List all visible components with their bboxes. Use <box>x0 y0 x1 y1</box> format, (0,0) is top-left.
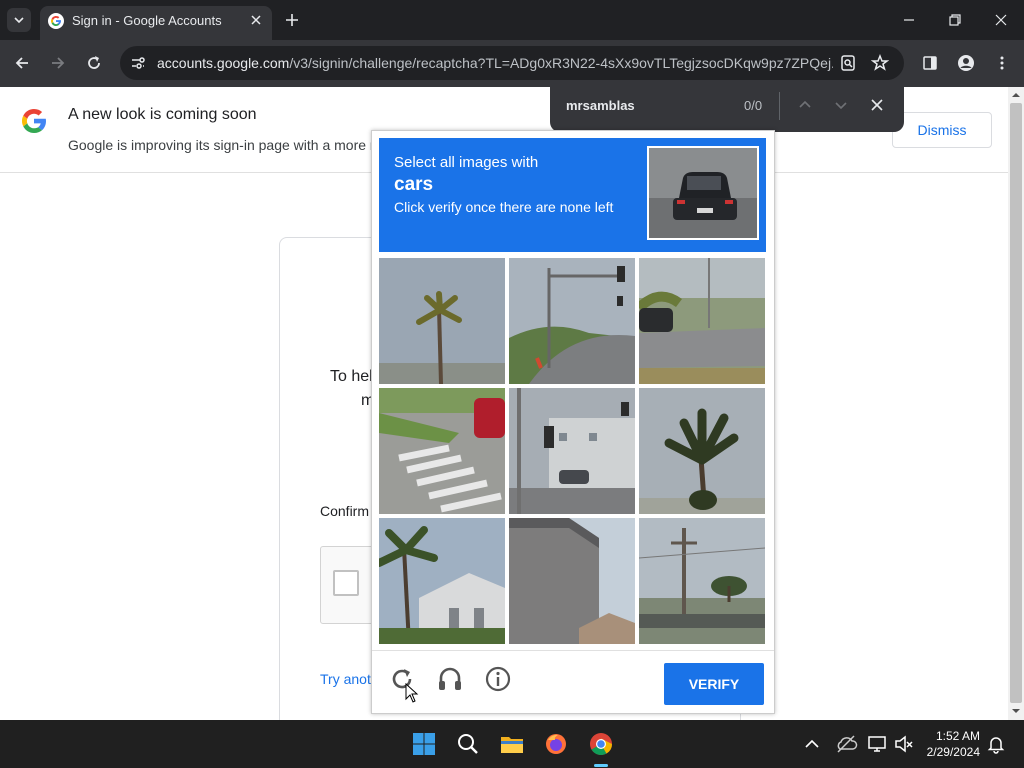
recaptcha-challenge: Select all images with cars Click verify… <box>371 130 775 714</box>
scroll-thumb[interactable] <box>1010 103 1022 703</box>
google-lens-icon[interactable] <box>839 54 857 72</box>
recaptcha-checkbox[interactable] <box>333 570 359 596</box>
chrome-active-indicator <box>594 764 608 767</box>
windows-taskbar: 1:52 AM 2/29/2024 <box>0 720 1024 768</box>
clock-date: 2/29/2024 <box>926 745 980 759</box>
window-close-icon[interactable] <box>993 12 1009 28</box>
find-input[interactable]: mrsamblas <box>566 98 635 113</box>
address-bar[interactable]: accounts.google.com/v3/signin/challenge/… <box>120 46 904 80</box>
tab-close-icon[interactable] <box>248 12 264 28</box>
volume-muted-icon[interactable] <box>892 732 916 756</box>
minimize-icon[interactable] <box>901 12 917 28</box>
audio-challenge-headphones-icon[interactable] <box>436 665 464 693</box>
mouse-cursor-icon <box>405 683 419 703</box>
scroll-up-arrow-icon[interactable] <box>1012 91 1020 99</box>
windows-start-icon[interactable] <box>412 732 436 756</box>
browser-tab[interactable]: Sign in - Google Accounts <box>40 6 272 40</box>
help-text: To hel <box>330 368 373 385</box>
image-tile-road-with-car[interactable] <box>639 258 765 384</box>
back-arrow-icon[interactable] <box>13 54 31 72</box>
find-match-count: 0/0 <box>744 98 763 113</box>
find-next-icon[interactable] <box>834 98 848 112</box>
image-tile-traffic-lights[interactable] <box>509 388 635 514</box>
reload-icon[interactable] <box>85 54 103 72</box>
network-icon[interactable] <box>866 732 890 756</box>
google-favicon-icon <box>48 13 64 29</box>
menu-kebab-icon[interactable] <box>993 54 1011 72</box>
challenge-header: Select all images with cars Click verify… <box>379 138 766 252</box>
search-icon[interactable] <box>456 732 480 756</box>
file-explorer-icon[interactable] <box>500 732 524 756</box>
firefox-icon[interactable] <box>544 732 568 756</box>
banner-title: A new look is coming soon <box>68 106 257 123</box>
tray-chevron-up-icon[interactable] <box>803 735 821 753</box>
info-icon[interactable] <box>484 665 512 693</box>
site-info-icon[interactable] <box>130 55 146 71</box>
side-panel-icon[interactable] <box>921 54 939 72</box>
sample-car-image <box>647 146 759 240</box>
notification-bell-icon[interactable] <box>986 734 1006 754</box>
image-tile-palm-tree[interactable] <box>379 258 505 384</box>
challenge-instruction: Select all images with <box>394 154 539 171</box>
new-tab-plus-icon[interactable] <box>284 12 300 28</box>
forward-arrow-icon[interactable] <box>49 54 67 72</box>
challenge-subtext: Click verify once there are none left <box>394 199 614 215</box>
challenge-image-grid <box>379 258 766 645</box>
find-divider <box>779 92 780 120</box>
chevron-down-icon <box>14 17 24 24</box>
tab-strip: Sign in - Google Accounts <box>0 0 1024 40</box>
tab-search-button[interactable] <box>7 8 31 32</box>
profile-icon[interactable] <box>957 54 975 72</box>
find-bar: mrsamblas 0/0 <box>550 80 904 132</box>
clock-time: 1:52 AM <box>935 729 980 743</box>
image-tile-palm-house[interactable] <box>379 518 505 644</box>
challenge-target: cars <box>394 174 434 195</box>
bookmark-star-icon[interactable] <box>871 54 889 72</box>
image-tile-palm-bush[interactable] <box>639 388 765 514</box>
image-tile-crosswalk[interactable] <box>379 388 505 514</box>
url-text: accounts.google.com/v3/signin/challenge/… <box>157 55 833 71</box>
image-tile-road-traffic-light[interactable] <box>509 258 635 384</box>
image-tile-house-wall[interactable] <box>509 518 635 644</box>
banner-text: Google is improving its sign-in page wit… <box>68 137 373 153</box>
find-previous-icon[interactable] <box>798 98 812 112</box>
chrome-icon[interactable] <box>589 732 613 756</box>
taskbar-clock[interactable]: 1:52 AM 2/29/2024 <box>920 728 980 760</box>
challenge-footer: VERIFY <box>372 650 774 714</box>
tab-title: Sign in - Google Accounts <box>72 13 222 28</box>
google-g-logo-icon <box>22 109 46 133</box>
verify-button[interactable]: VERIFY <box>664 663 764 705</box>
dismiss-button[interactable]: Dismiss <box>892 112 992 148</box>
find-close-icon[interactable] <box>870 98 884 112</box>
confirm-text: Confirm <box>320 503 370 519</box>
restore-icon[interactable] <box>947 12 963 28</box>
image-tile-utility-pole[interactable] <box>639 518 765 644</box>
try-another-way-link[interactable]: Try anot <box>320 671 371 687</box>
page-scrollbar[interactable] <box>1008 87 1024 720</box>
onedrive-icon[interactable] <box>834 732 858 756</box>
scroll-down-arrow-icon[interactable] <box>1012 707 1020 715</box>
